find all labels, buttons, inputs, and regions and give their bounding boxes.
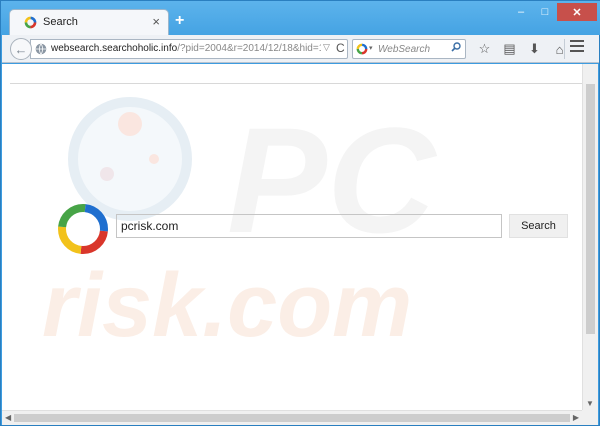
- toolbar-separator: [564, 39, 565, 59]
- new-tab-button[interactable]: +: [175, 12, 184, 30]
- globe-icon: [35, 43, 47, 55]
- window-controls: – □ ✕: [509, 3, 597, 21]
- search-engine-dropdown-icon[interactable]: ▾: [369, 44, 373, 52]
- page-content: PC risk.com Search: [2, 64, 582, 410]
- tab-close-icon[interactable]: ×: [152, 14, 160, 29]
- toolbar-icons: ☆ ▤ ⬇ ⌂: [472, 39, 572, 59]
- watermark-risk: risk.com: [42, 256, 412, 356]
- search-button[interactable]: Search: [509, 214, 568, 238]
- address-bar[interactable]: websearch.searchoholic.info/?pid=2004&r=…: [30, 39, 348, 59]
- reading-list-icon[interactable]: ▤: [497, 39, 522, 59]
- url-text: websearch.searchoholic.info/?pid=2004&r=…: [51, 43, 321, 54]
- scroll-down-arrow-icon[interactable]: ▼: [586, 399, 594, 408]
- minimize-button[interactable]: –: [509, 3, 533, 21]
- toolbar-search-placeholder: WebSearch: [378, 44, 431, 55]
- horizontal-scrollbar[interactable]: ◀ ▶: [2, 410, 582, 425]
- url-dropdown-icon[interactable]: ▽: [323, 42, 330, 53]
- vertical-scroll-thumb[interactable]: [586, 84, 595, 334]
- tab-search[interactable]: Search ×: [9, 9, 169, 36]
- tab-title: Search: [43, 16, 78, 28]
- hamburger-menu-icon[interactable]: [570, 40, 584, 52]
- toolbar-search-box[interactable]: ▾ WebSearch: [352, 39, 466, 59]
- scroll-right-arrow-icon[interactable]: ▶: [573, 413, 579, 422]
- watermark-pc: PC: [227, 96, 438, 264]
- back-button[interactable]: ←: [10, 38, 32, 60]
- horizontal-scroll-thumb[interactable]: [14, 414, 570, 422]
- vertical-scrollbar[interactable]: ▼: [582, 64, 598, 410]
- scroll-left-arrow-icon[interactable]: ◀: [5, 413, 11, 422]
- maximize-button[interactable]: □: [533, 3, 557, 21]
- url-host: websearch.searchoholic.info: [51, 43, 178, 54]
- navigation-toolbar: websearch.searchoholic.info/?pid=2004&r=…: [2, 35, 599, 63]
- search-engine-icon: [356, 43, 368, 55]
- reload-icon[interactable]: C: [336, 41, 345, 55]
- bookmark-star-icon[interactable]: ☆: [472, 39, 497, 59]
- search-go-icon[interactable]: [451, 42, 461, 55]
- scrollbar-corner: [582, 410, 598, 425]
- site-logo-icon: [58, 204, 108, 254]
- url-path: /?pid=2004&r=2014/12/18&hid=127181: [177, 43, 321, 54]
- close-window-button[interactable]: ✕: [557, 3, 597, 21]
- main-search-input[interactable]: [116, 214, 502, 238]
- browser-window: Search × + – □ ✕ websearch.searchoholic.…: [0, 0, 600, 426]
- home-icon[interactable]: ⌂: [547, 39, 572, 59]
- search-favicon-icon: [24, 16, 37, 29]
- download-icon[interactable]: ⬇: [522, 39, 547, 59]
- tab-strip: Search × + – □ ✕: [1, 1, 600, 36]
